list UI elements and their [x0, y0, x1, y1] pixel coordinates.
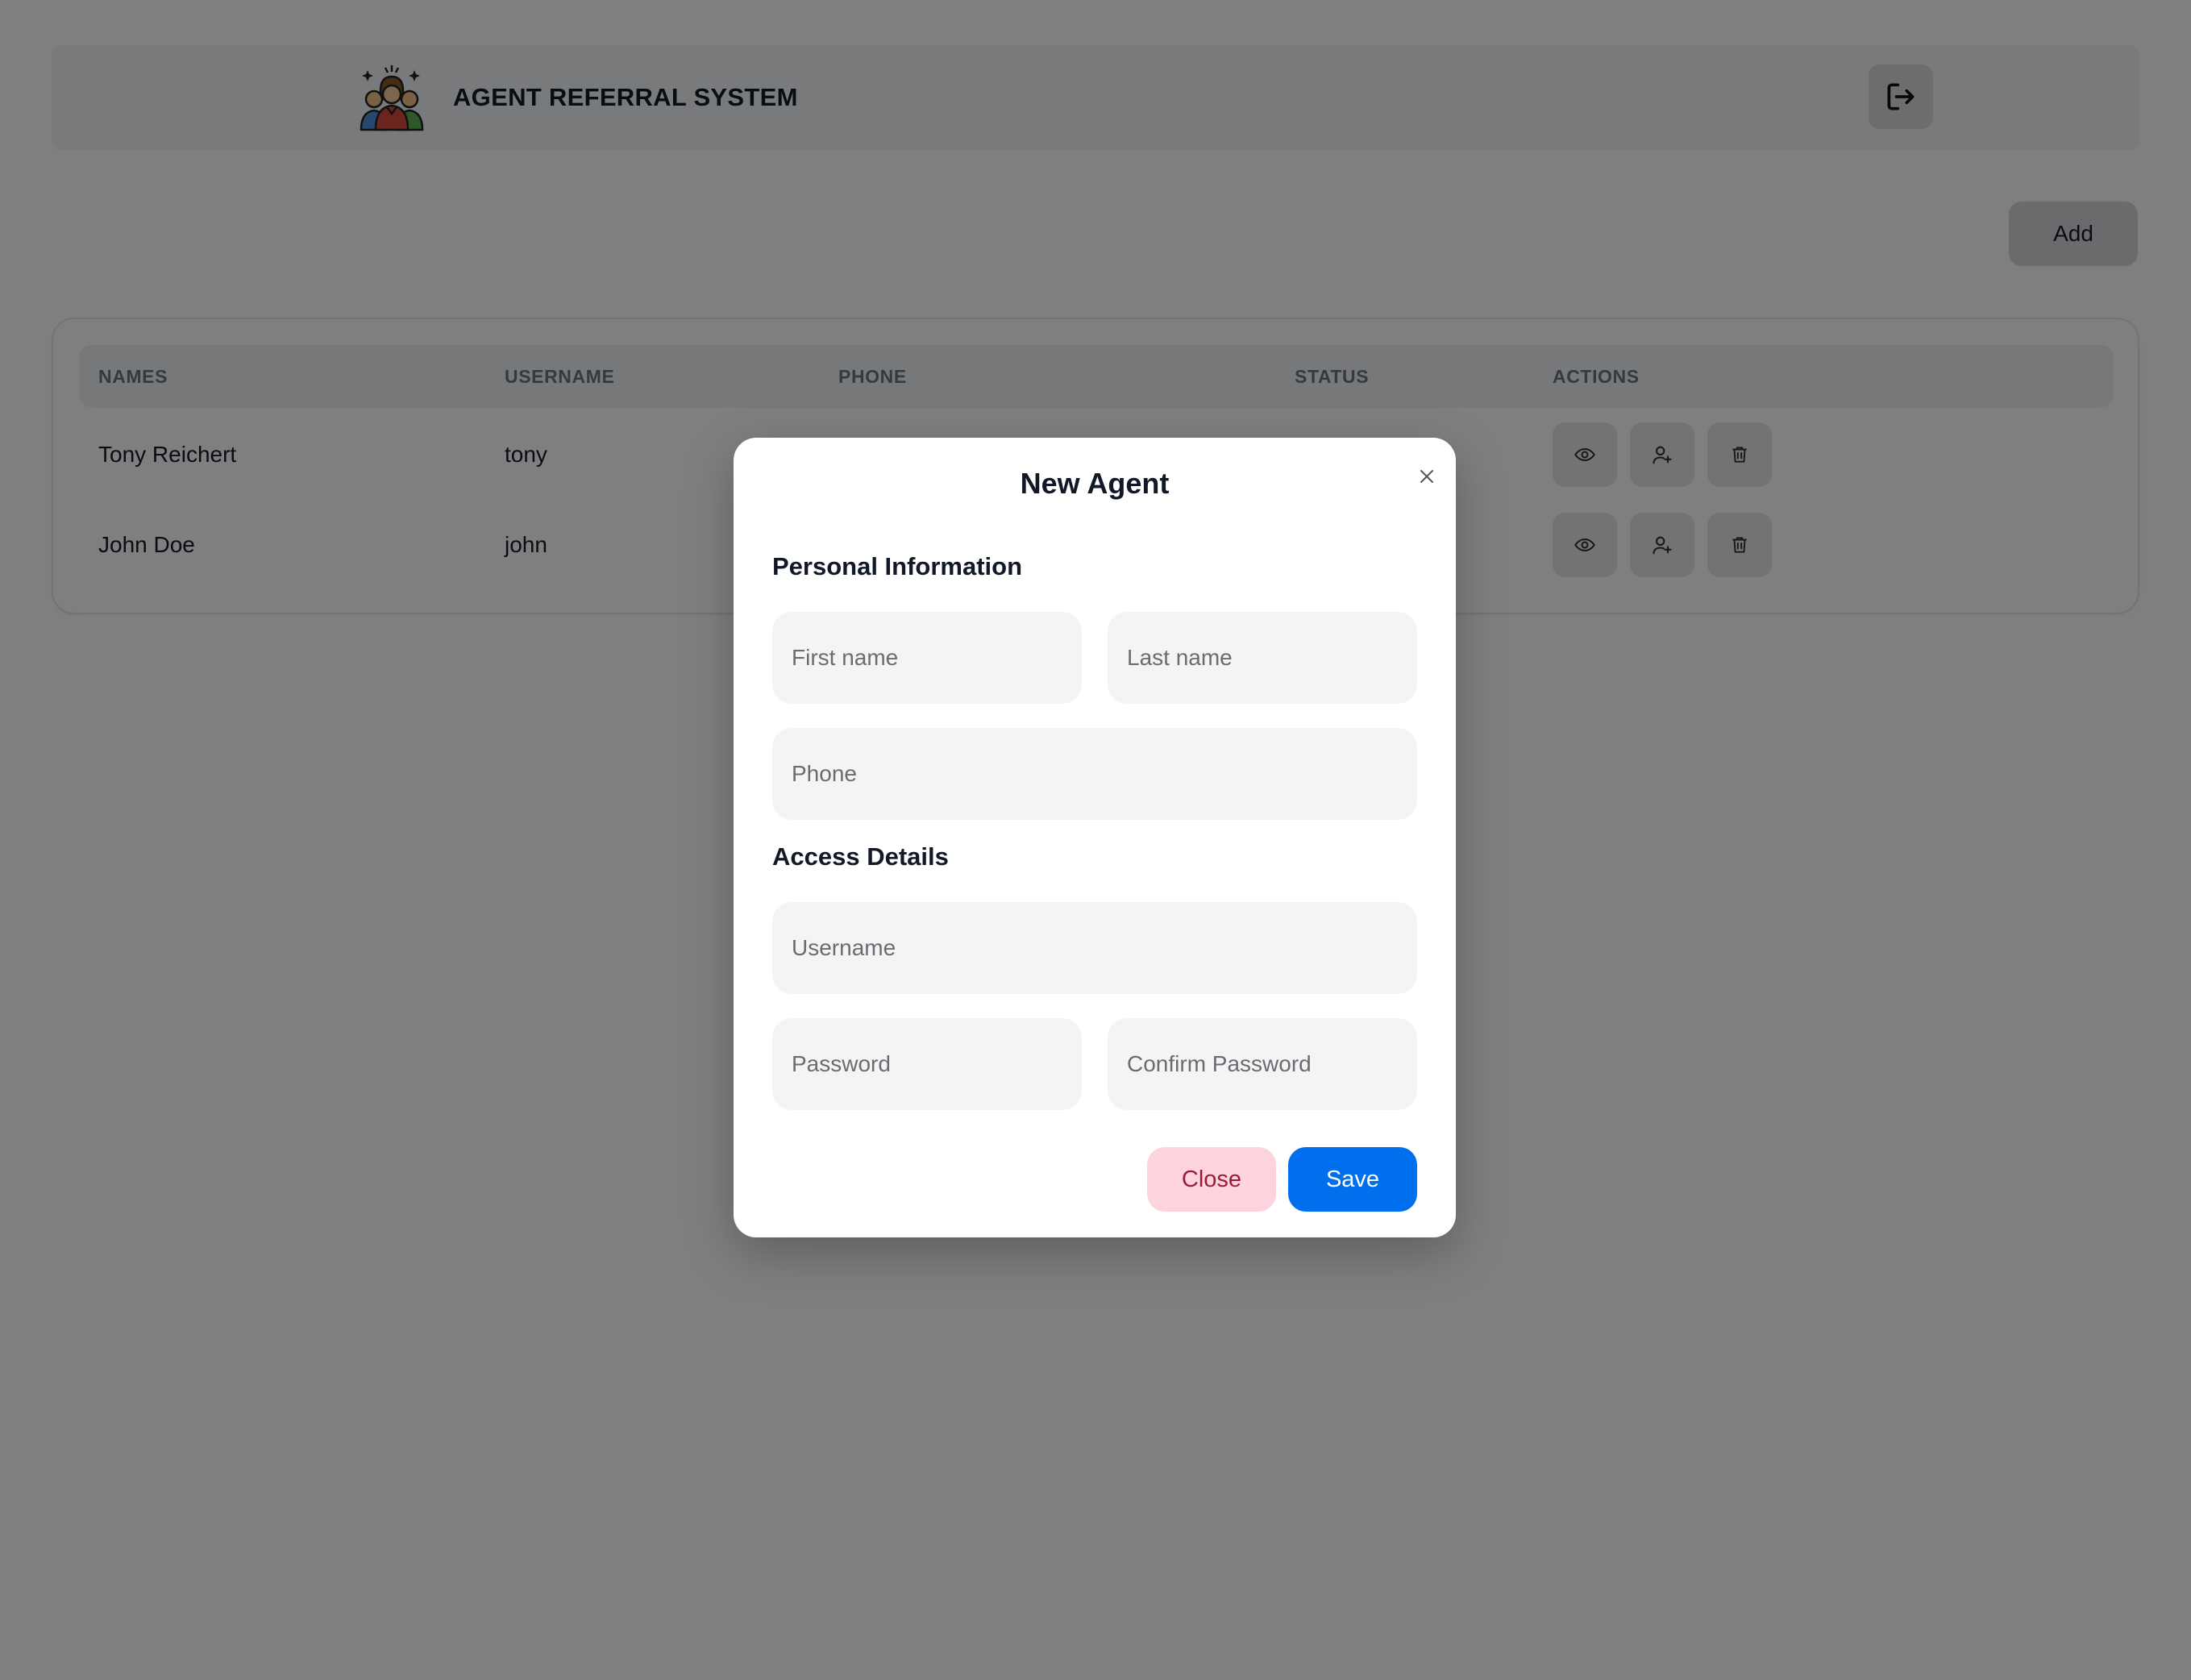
username-field[interactable] — [772, 902, 1417, 994]
access-details-heading: Access Details — [772, 842, 949, 871]
modal-title: New Agent — [1020, 467, 1170, 500]
close-button[interactable]: Close — [1147, 1147, 1276, 1212]
new-agent-modal: New Agent Personal Information Access De… — [734, 438, 1456, 1237]
save-button[interactable]: Save — [1288, 1147, 1417, 1212]
phone-field[interactable] — [772, 728, 1417, 820]
last-name-field[interactable] — [1108, 612, 1417, 704]
confirm-password-field[interactable] — [1108, 1018, 1417, 1110]
close-icon — [1420, 470, 1433, 483]
first-name-field[interactable] — [772, 612, 1082, 704]
modal-close-button[interactable] — [1411, 460, 1443, 493]
password-field[interactable] — [772, 1018, 1082, 1110]
personal-information-heading: Personal Information — [772, 552, 1023, 580]
